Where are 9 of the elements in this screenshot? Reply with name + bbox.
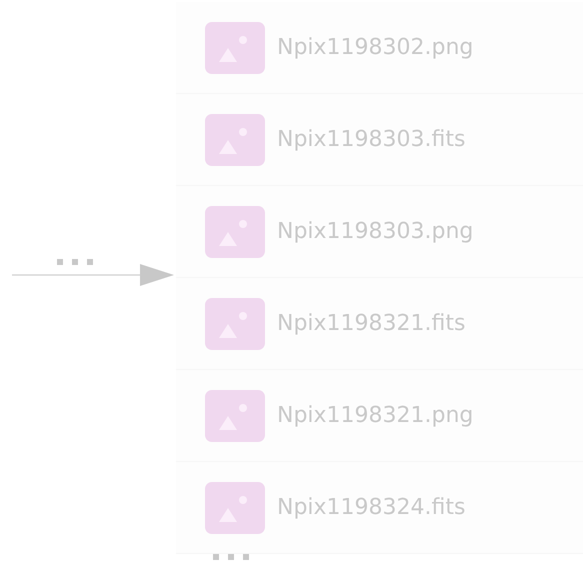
image-file-icon <box>205 206 265 258</box>
more-icon <box>57 259 94 265</box>
arrow-icon <box>12 262 176 286</box>
image-file-icon <box>205 22 265 74</box>
more-icon <box>213 554 250 560</box>
image-file-icon <box>205 298 265 350</box>
image-file-icon <box>205 114 265 166</box>
image-file-icon <box>205 482 265 534</box>
image-file-icon <box>205 390 265 442</box>
